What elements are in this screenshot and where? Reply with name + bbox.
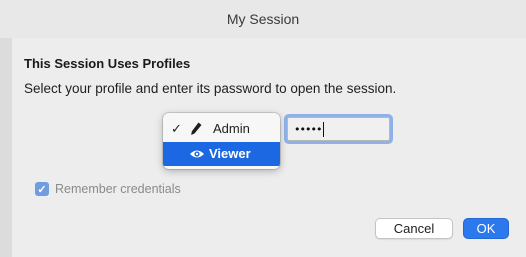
checkmark-icon: ✓ [171,121,182,136]
window-title: My Session [226,11,300,27]
checkbox-checked-icon[interactable]: ✓ [35,182,49,196]
dialog-message: Select your profile and enter its passwo… [24,81,397,96]
title-bar: My Session [0,0,526,39]
menu-item-viewer[interactable]: Viewer [163,142,280,166]
remember-credentials-label: Remember credentials [55,182,181,196]
remember-credentials-checkbox[interactable]: ✓ Remember credentials [35,182,181,196]
ok-button[interactable]: OK [463,218,509,239]
menu-item-admin[interactable]: ✓ Admin [163,117,280,141]
text-caret [323,121,325,137]
password-field[interactable]: ••••• [287,117,390,141]
profile-menu[interactable]: ✓ Admin Viewer [163,113,280,169]
menu-item-label: Admin [213,121,250,136]
dialog-heading: This Session Uses Profiles [24,56,191,71]
window-edge [0,38,12,257]
password-mask: ••••• [294,122,322,136]
pencil-icon [191,122,202,135]
cancel-button[interactable]: Cancel [375,218,453,239]
menu-item-label: Viewer [209,146,251,161]
session-dialog-window: My Session This Session Uses Profiles Se… [0,0,526,257]
eye-icon [190,150,204,158]
